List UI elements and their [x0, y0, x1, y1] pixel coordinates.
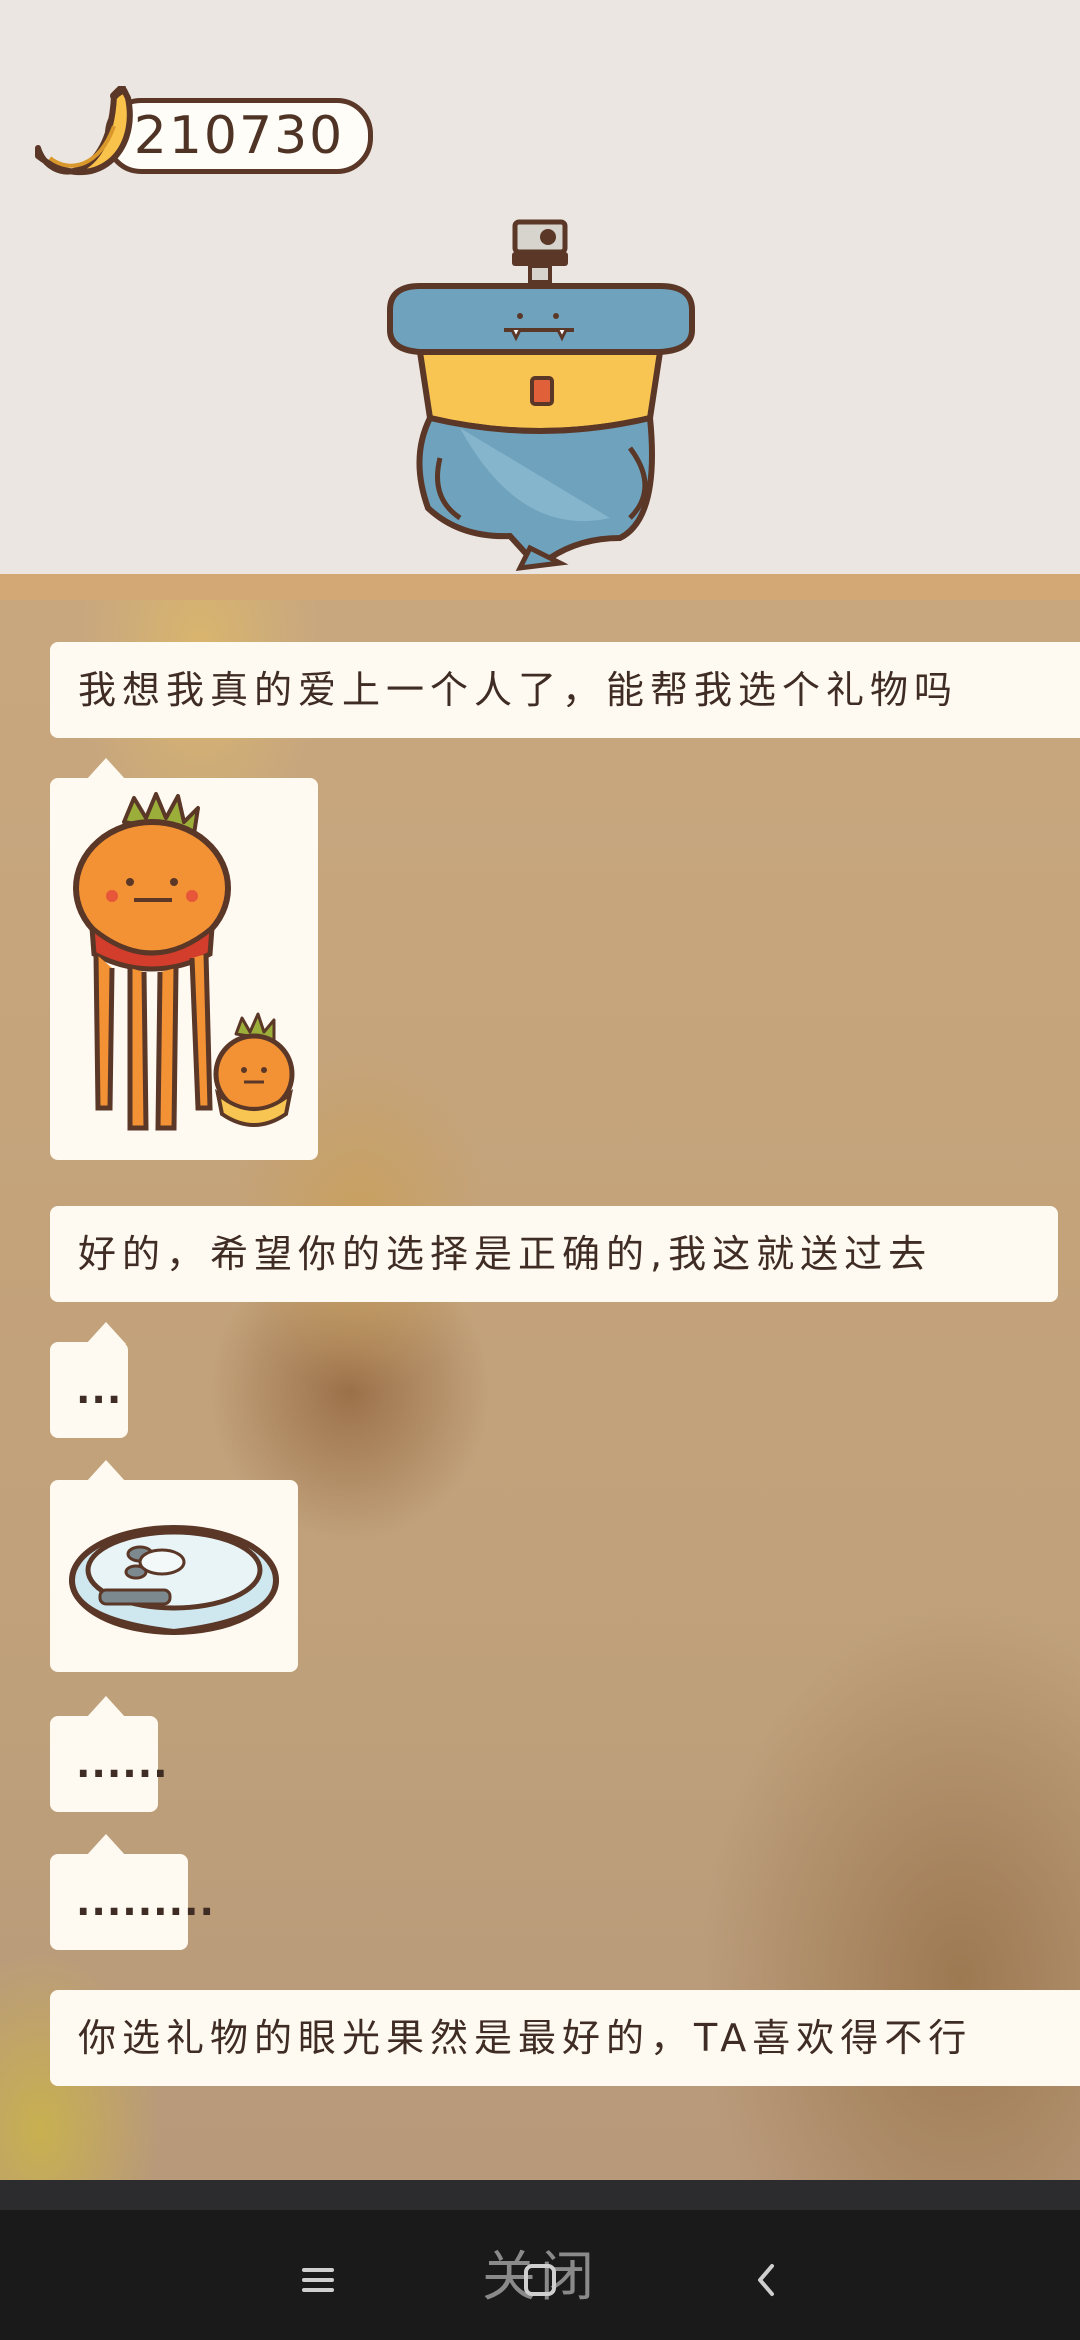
- chat-bubble: ...: [50, 1322, 128, 1438]
- chat-bubble-text: 好的，希望你的选择是正确的,我这就送过去: [78, 1232, 933, 1276]
- menu-icon[interactable]: [288, 2250, 348, 2310]
- banana-counter: 210730: [30, 86, 376, 176]
- whale-character-icon: [387, 219, 695, 572]
- banana-count: 210730: [133, 106, 345, 166]
- chat-image-bubble: [50, 758, 318, 1160]
- chat-area: 我想我真的爱上一个人了，能帮我选个礼物吗 好的，希望你的选择是正确的,我这就送过…: [0, 600, 1080, 2180]
- chat-bubble-text: 我想我真的爱上一个人了，能帮我选个礼物吗: [78, 668, 959, 712]
- chat-bubble: 我想我真的爱上一个人了，能帮我选个礼物吗: [50, 642, 1080, 738]
- chat-bubble: 好的，希望你的选择是正确的,我这就送过去: [50, 1206, 1058, 1302]
- chat-bubble: .........: [50, 1834, 214, 1950]
- chat-bubble-text: .........: [76, 1880, 215, 1924]
- robot-vacuum-icon: [69, 1525, 279, 1636]
- chat-bubble-text: ...: [76, 1368, 123, 1412]
- carrot-character-icon: [73, 792, 295, 1131]
- chat-bubble-text: ......: [76, 1742, 169, 1786]
- banana-icon: [35, 86, 133, 176]
- top-area: 210730: [0, 0, 1080, 574]
- bottom-strip: [0, 2180, 1080, 2210]
- chat-image-bubble: [50, 1460, 298, 1672]
- chat-bubble: 你选礼物的眼光果然是最好的，TA喜欢得不行: [50, 1990, 1080, 2086]
- divider-bar: [0, 574, 1080, 600]
- chat-bubble: ......: [50, 1696, 168, 1812]
- home-icon[interactable]: [510, 2250, 570, 2310]
- chat-bubble-text: 你选礼物的眼光果然是最好的，TA喜欢得不行: [78, 2016, 973, 2060]
- back-icon[interactable]: [736, 2250, 796, 2310]
